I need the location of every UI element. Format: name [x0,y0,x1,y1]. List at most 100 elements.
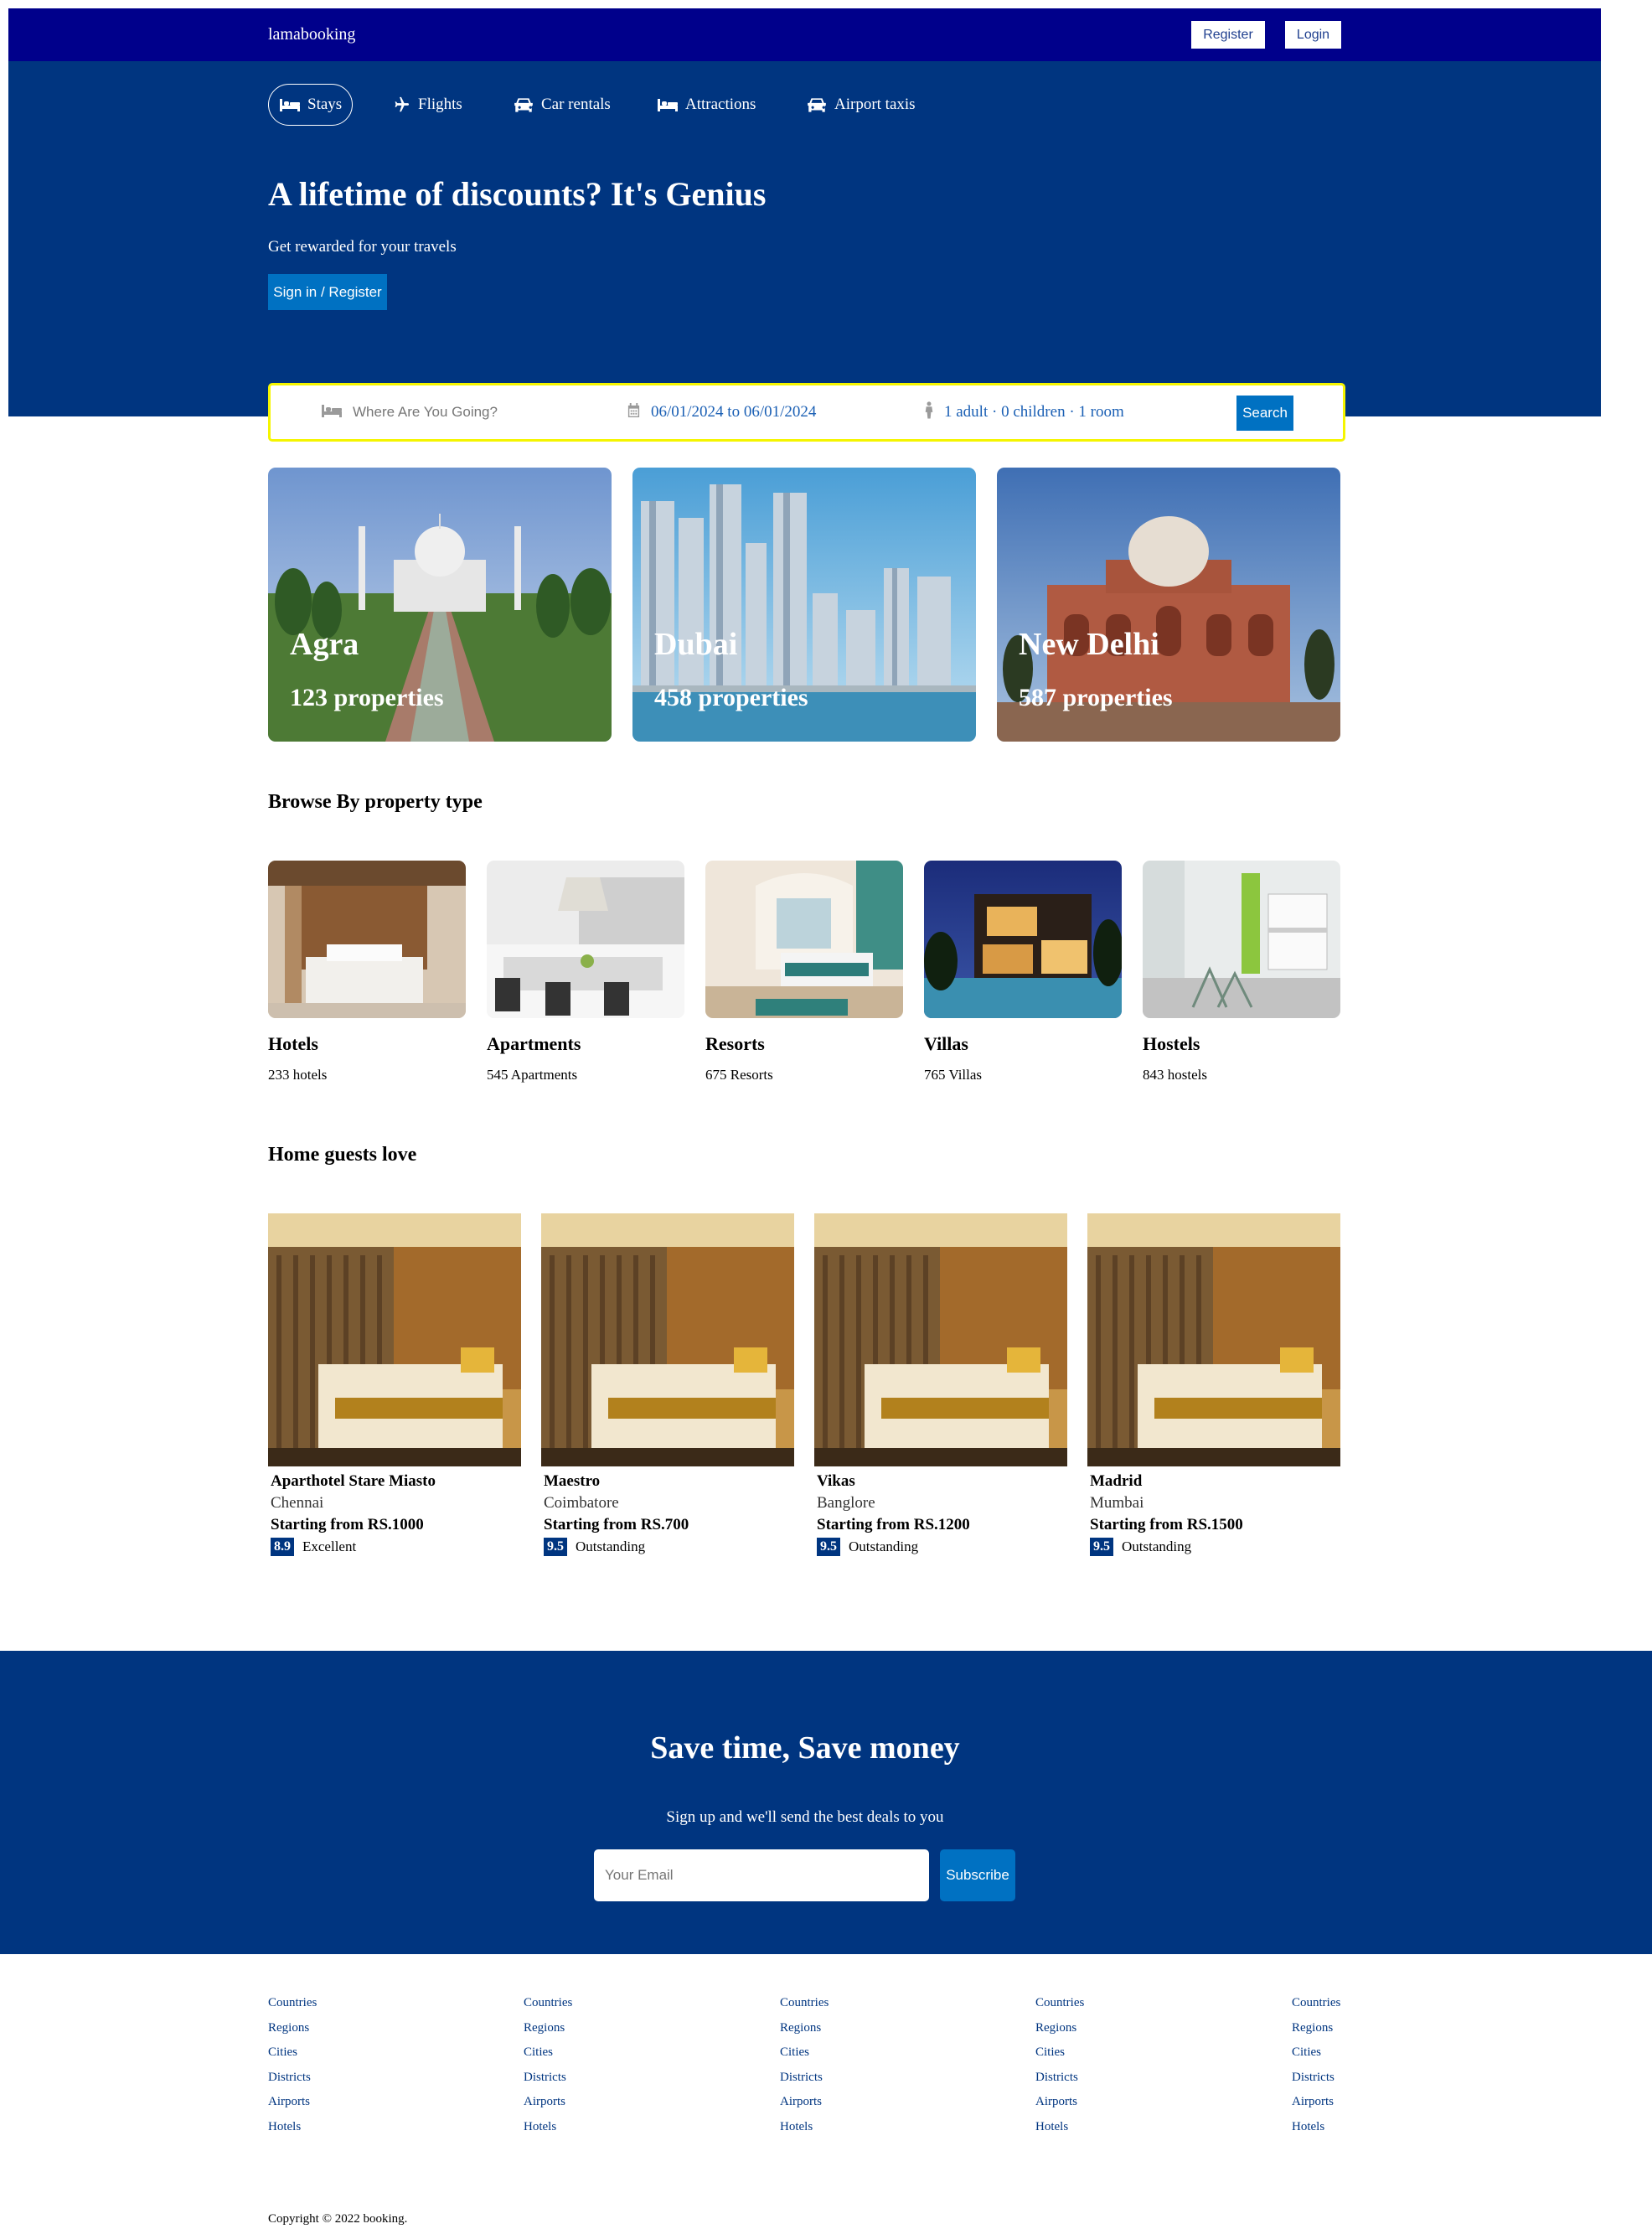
logo[interactable]: lamabooking [268,25,355,44]
home-price: Starting from RS.1500 [1090,1516,1243,1533]
tab-attractions[interactable]: Attractions [657,84,756,126]
footer-link[interactable]: Airports [1292,2095,1340,2120]
home-name: Madrid [1090,1472,1143,1490]
footer-link[interactable]: Countries [780,1996,829,2021]
tab-flights[interactable]: Flights [390,84,462,126]
footer-link[interactable]: Countries [268,1996,317,2021]
footer-link[interactable]: Airports [524,2095,572,2120]
home-card[interactable]: Maestro Coimbatore Starting from RS.700 … [541,1213,794,1556]
footer-link[interactable]: Countries [1035,1996,1084,2021]
featured-city: Dubai [654,627,738,662]
footer-link[interactable]: Districts [268,2071,317,2096]
taxi-icon [808,98,826,112]
property-type-resorts[interactable]: Resorts 675 Resorts [705,861,903,1083]
rating-score: 9.5 [544,1538,567,1556]
property-type-count: 843 hostels [1143,1067,1207,1083]
footer-link[interactable]: Districts [524,2071,572,2096]
home-card[interactable]: Vikas Banglore Starting from RS.1200 9.5… [814,1213,1067,1556]
tab-airport-taxis[interactable]: Airport taxis [806,84,916,126]
header-tabs: Stays Flights Car rentals Attractions Ai… [268,84,1357,126]
footer-link[interactable]: Cities [524,2045,572,2071]
home-card[interactable]: Madrid Mumbai Starting from RS.1500 9.5 … [1087,1213,1340,1556]
property-type-hotels[interactable]: Hotels 233 hotels [268,861,466,1083]
home-city: Chennai [271,1494,324,1512]
footer-link[interactable]: Countries [524,1996,572,2021]
footer-link[interactable]: Hotels [1035,2120,1084,2145]
featured-city: New Delhi [1019,627,1159,662]
navbar: lamabooking Register Login [8,8,1601,61]
footer-link[interactable]: Regions [780,2021,829,2046]
destination-field[interactable]: Where Are You Going? [321,385,498,439]
sign-in-register-button[interactable]: Sign in / Register [268,274,387,310]
hotel-room-image [814,1213,1067,1466]
footer-link[interactable]: Cities [1292,2045,1340,2071]
tab-car-rentals[interactable]: Car rentals [513,84,611,126]
footer-link[interactable]: Airports [1035,2095,1084,2120]
footer-link[interactable]: Regions [524,2021,572,2046]
home-name: Aparthotel Stare Miasto [271,1472,436,1490]
home-price: Starting from RS.700 [544,1516,689,1533]
homes-section-title: Home guests love [268,1144,417,1166]
footer-link[interactable]: Cities [780,2045,829,2071]
featured-city: Agra [290,627,359,662]
property-type-count: 545 Apartments [487,1067,578,1083]
date-range[interactable]: 06/01/2024 to 06/01/2024 [651,403,816,421]
home-rating: 9.5 Outstanding [817,1538,1067,1556]
tab-label: Car rentals [541,96,611,113]
property-type-count: 765 Villas [924,1067,983,1083]
newsletter-section: Save time, Save money Sign up and we'll … [0,1651,1652,1954]
rating-label: Outstanding [576,1538,646,1554]
hero-subtitle: Get rewarded for your travels [268,238,457,256]
apartments-image [487,861,684,1018]
footer-link[interactable]: Hotels [524,2120,572,2145]
footer-link[interactable]: Regions [1035,2021,1084,2046]
footer-column: Countries Regions Cities Districts Airpo… [1035,1996,1084,2144]
featured-card-agra[interactable]: Agra 123 properties [268,468,612,742]
footer-link[interactable]: Districts [1035,2071,1084,2096]
search-button[interactable]: Search [1236,396,1293,431]
footer-link[interactable]: Airports [268,2095,317,2120]
resorts-image [705,861,903,1018]
hotels-image [268,861,466,1018]
featured-card-dubai[interactable]: Dubai 458 properties [632,468,976,742]
property-type-name: Hostels [1143,1033,1200,1054]
footer-link[interactable]: Regions [1292,2021,1340,2046]
footer-link[interactable]: Hotels [780,2120,829,2145]
register-button[interactable]: Register [1191,21,1265,49]
tab-label: Flights [418,96,462,113]
footer-link[interactable]: Districts [780,2071,829,2096]
footer-link[interactable]: Districts [1292,2071,1340,2096]
footer-link[interactable]: Hotels [268,2120,317,2145]
rating-score: 9.5 [817,1538,840,1556]
home-name: Maestro [544,1472,601,1490]
footer-link[interactable]: Hotels [1292,2120,1340,2145]
property-type-name: Hotels [268,1033,318,1054]
footer-link[interactable]: Cities [1035,2045,1084,2071]
property-type-hostels[interactable]: Hostels 843 hostels [1143,861,1340,1083]
email-input[interactable] [594,1849,929,1901]
person-icon [924,401,934,423]
featured-card-new-delhi[interactable]: New Delhi 587 properties [997,468,1340,742]
destination-input[interactable]: Where Are You Going? [353,404,498,421]
login-button[interactable]: Login [1285,21,1341,49]
tab-label: Attractions [685,96,756,113]
tab-stays[interactable]: Stays [268,84,354,126]
property-type-apartments[interactable]: Apartments 545 Apartments [487,861,684,1083]
options-field[interactable]: 1 adult · 0 children · 1 room [924,385,1124,439]
footer-link[interactable]: Cities [268,2045,317,2071]
subscribe-button[interactable]: Subscribe [940,1849,1015,1901]
footer-link[interactable]: Airports [780,2095,829,2120]
bed-icon [280,99,300,111]
footer-column: Countries Regions Cities Districts Airpo… [1292,1996,1340,2144]
featured-properties: 587 properties [1019,684,1173,711]
footer-link[interactable]: Regions [268,2021,317,2046]
footer-link[interactable]: Countries [1292,1996,1340,2021]
hotel-room-image [268,1213,521,1466]
date-field[interactable]: 06/01/2024 to 06/01/2024 [627,385,816,439]
car-icon [514,98,533,112]
home-card[interactable]: Aparthotel Stare Miasto Chennai Starting… [268,1213,521,1556]
property-type-villas[interactable]: Villas 765 Villas [924,861,1122,1083]
guests-rooms[interactable]: 1 adult · 0 children · 1 room [944,403,1124,421]
tab-label: Airport taxis [834,96,916,113]
plane-icon [395,96,410,112]
